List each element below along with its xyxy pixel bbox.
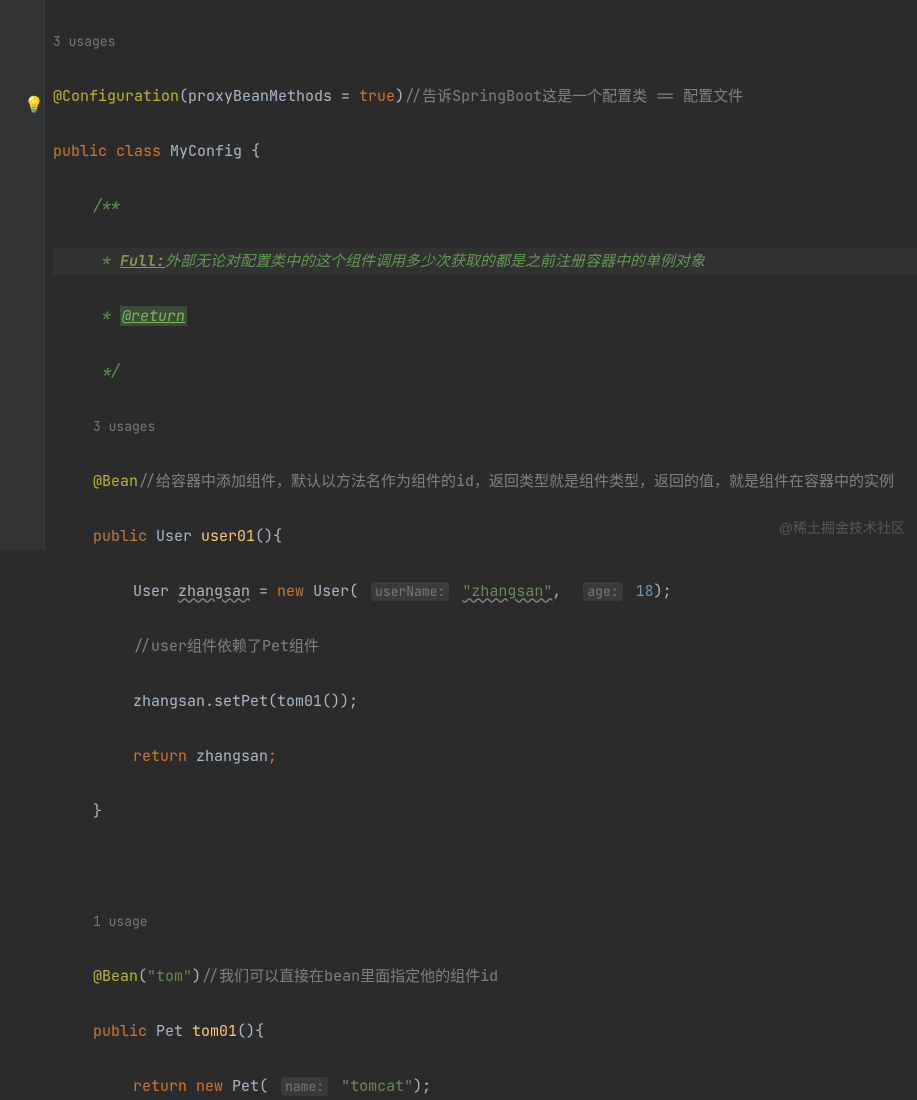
param-hint: name: [281,1077,328,1096]
usages-hint[interactable]: 3 usages [93,418,155,435]
type: User [133,581,178,601]
keyword-public: public [93,1021,156,1041]
annotation: @Configuration [53,86,179,106]
keyword-new: new [196,1076,232,1096]
variable: zhangsan [178,581,250,601]
keyword-class: class [116,141,170,161]
javadoc-star: * [93,251,120,271]
brace: } [93,801,102,821]
keyword-return: return [133,1076,196,1096]
eq: = [250,581,277,601]
param-hint: userName: [371,582,449,601]
javadoc-open: /** [93,196,120,216]
javadoc-return-tag: @return [120,306,187,326]
javadoc-close: */ [93,361,120,381]
javadoc-star: * [93,306,120,326]
return-type: User [156,526,201,546]
usages-hint[interactable]: 3 usages [53,33,115,50]
comment: //给容器中添加组件，默认以方法名作为组件的id，返回类型就是组件类型，返回的值… [138,471,894,491]
class-name: MyConfig [170,141,251,161]
watermark: @稀土掘金技术社区 [779,518,905,538]
comment: //user组件依赖了Pet组件 [133,636,319,656]
method-name: tom01 [192,1021,237,1041]
comma: , [552,581,570,601]
paren: ( [349,581,367,601]
method-name: user01 [201,526,255,546]
string: "zhangsan" [462,581,552,601]
usages-hint[interactable]: 1 usage [93,913,148,930]
keyword-public: public [53,141,116,161]
code-editor[interactable]: 3 usages @Configuration(proxyBeanMethods… [45,0,917,1100]
number: 18 [636,581,654,601]
javadoc-tag: Full: [120,251,165,271]
string: "tom" [147,966,192,986]
return-type: Pet [156,1021,192,1041]
paren: ); [654,581,672,601]
param-name: proxyBeanMethods = [188,86,359,106]
paren: ( [259,1076,277,1096]
constructor: User [313,581,349,601]
paren: ) [192,966,201,986]
paren: ); [413,1076,431,1096]
comment: //我们可以直接在bean里面指定他的组件id [201,966,498,986]
javadoc-text: 外部无论对配置类中的这个组件调用多少次获取的都是之前注册容器中的单例对象 [165,251,705,271]
annotation-bean: @Bean [93,471,138,491]
method-tail: (){ [237,1021,264,1041]
keyword-return: return [133,746,196,766]
constructor: Pet [232,1076,259,1096]
variable: zhangsan [196,746,268,766]
string: "tomcat" [341,1076,413,1096]
statement: zhangsan.setPet(tom01()); [133,691,358,711]
keyword-new: new [277,581,313,601]
brace: { [251,141,260,161]
intention-bulb-icon[interactable]: 💡 [24,94,44,115]
annotation-bean: @Bean [93,966,138,986]
param-hint: age: [583,582,622,601]
paren: ( [179,86,188,106]
method-tail: (){ [255,526,282,546]
bool-literal: true [359,86,395,106]
semicolon: ; [268,746,277,766]
keyword-public: public [93,526,156,546]
editor-gutter: 💡 [0,0,45,550]
paren: ( [138,966,147,986]
comment: //告诉SpringBoot这是一个配置类 == 配置文件 [404,86,743,106]
paren: ) [395,86,404,106]
